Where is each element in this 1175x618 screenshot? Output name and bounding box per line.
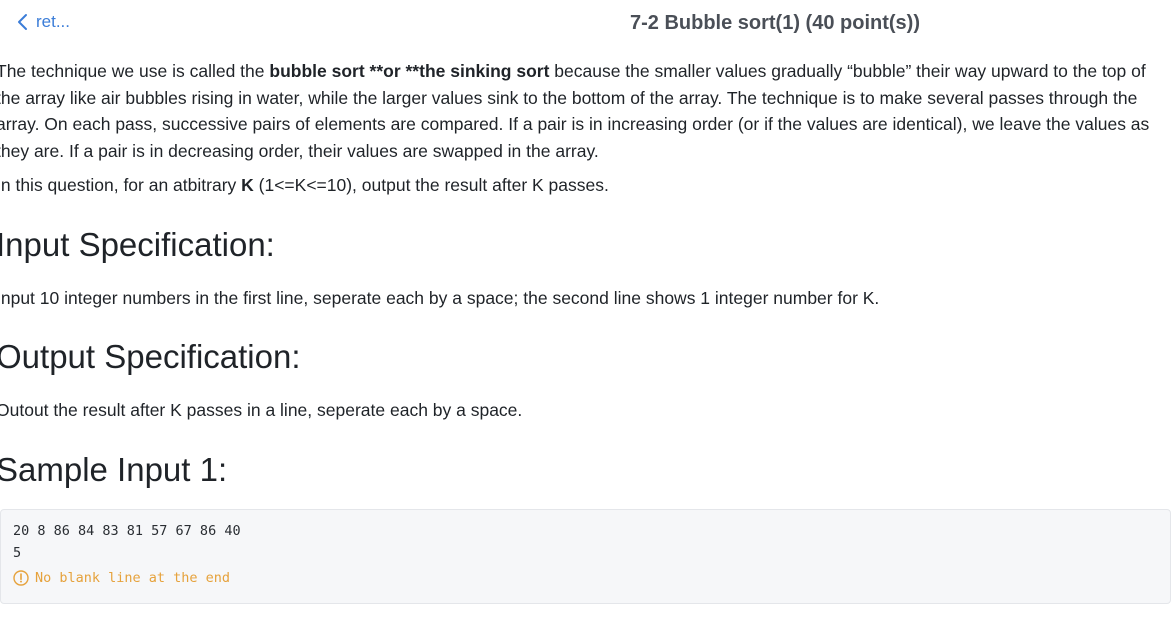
bold-term: **or ** [364,61,420,81]
description-paragraph: The technique we use is called the bubbl… [0,58,1166,164]
input-text: Input 10 integer numbers in the first li… [0,287,880,308]
blank-line-warning: No blank line at the end [13,570,1158,586]
problem-title: 7-2 Bubble sort(1) (40 point(s)) [629,12,920,34]
text-segment: The technique we use is called the [0,61,270,81]
sample-line-2: 5 [13,545,22,561]
bold-term: K [241,175,254,195]
warning-icon [13,570,29,586]
text-segment: (1<=K<=10), output the result after K pa… [253,175,609,195]
input-heading: Input Specification: [0,225,275,263]
output-heading: Output Specification: [0,338,301,375]
bold-term: the sinking sort [419,61,550,81]
text-segment: In this question, for an atbitrary [0,175,242,195]
warning-text: No blank line at the end [35,570,231,586]
problem-description: The technique we use is called the bubbl… [0,58,1166,510]
header: ret... 7-2 Bubble sort(1) (40 point(s)) [0,0,1175,50]
sample-input-block[interactable]: 20 8 86 84 83 81 57 67 86 40 5 No blank … [0,509,1171,604]
sample-line-1: 20 8 86 84 83 81 57 67 86 40 [13,523,241,539]
task-paragraph: In this question, for an atbitrary K (1<… [0,172,1166,199]
output-text: Outout the result after K passes in a li… [0,400,523,420]
bold-term: bubble sort [269,61,365,81]
sample-heading: Sample Input 1: [0,450,228,488]
